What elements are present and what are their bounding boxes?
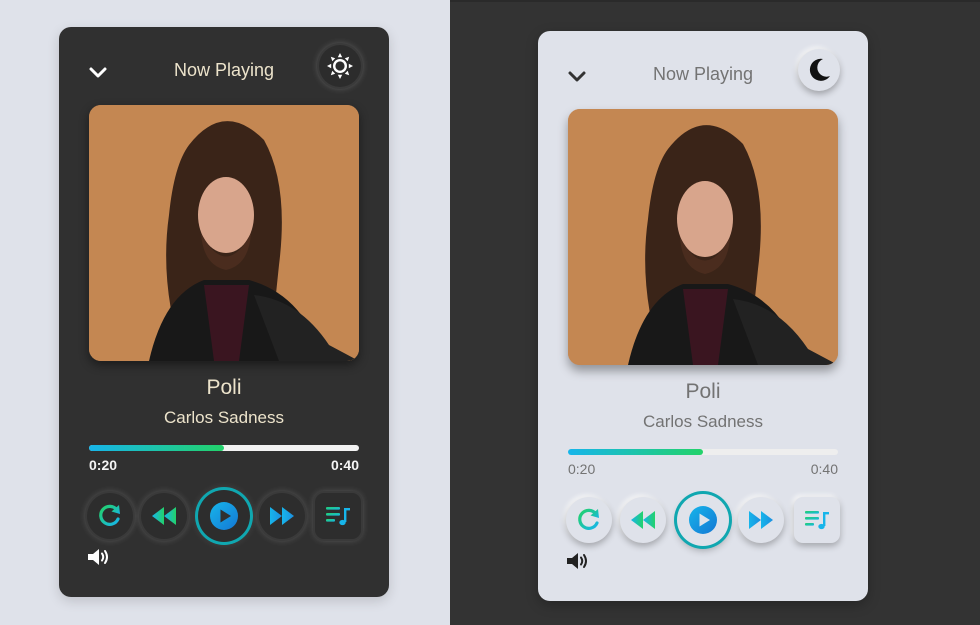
volume-icon[interactable] bbox=[87, 547, 111, 567]
song-title: Poli bbox=[685, 380, 721, 403]
album-art bbox=[568, 109, 838, 365]
rewind-button[interactable] bbox=[620, 497, 666, 543]
rewind-button[interactable] bbox=[141, 493, 187, 539]
current-time: 0:20 bbox=[89, 457, 118, 473]
repeat-icon bbox=[99, 504, 120, 526]
fast-forward-button[interactable] bbox=[259, 493, 305, 539]
fast-forward-button[interactable] bbox=[738, 497, 784, 543]
current-time: 0:20 bbox=[568, 461, 596, 477]
theme-toggle-button[interactable] bbox=[798, 49, 840, 91]
left-panel: Now Playing Poli Carlos Sadness 0:20 0:4… bbox=[0, 0, 450, 625]
volume-icon[interactable] bbox=[566, 551, 590, 571]
play-icon bbox=[689, 506, 717, 534]
playlist-button[interactable] bbox=[794, 497, 840, 543]
play-button[interactable] bbox=[677, 494, 729, 546]
total-time: 0:40 bbox=[330, 457, 359, 473]
fast-forward-icon bbox=[749, 511, 773, 529]
theme-toggle-button[interactable] bbox=[319, 45, 361, 87]
progress-fill bbox=[89, 445, 224, 451]
song-title: Poli bbox=[206, 376, 242, 399]
rewind-icon bbox=[631, 511, 655, 529]
repeat-button[interactable] bbox=[87, 493, 133, 539]
progress-bar[interactable] bbox=[89, 445, 359, 451]
repeat-icon bbox=[578, 508, 599, 530]
playlist-icon bbox=[805, 511, 829, 530]
progress-fill bbox=[568, 449, 703, 455]
playlist-icon bbox=[326, 507, 350, 526]
progress-bar[interactable] bbox=[568, 449, 838, 455]
artist-name: Carlos Sadness bbox=[642, 412, 763, 431]
play-icon bbox=[210, 502, 238, 530]
artist-name: Carlos Sadness bbox=[163, 408, 284, 427]
rewind-icon bbox=[152, 507, 176, 525]
right-panel: Now Playing Poli Carlos Sadness 0:20 0:4… bbox=[450, 0, 980, 625]
fast-forward-icon bbox=[270, 507, 294, 525]
sun-icon bbox=[327, 53, 353, 79]
playlist-button[interactable] bbox=[315, 493, 361, 539]
album-art bbox=[89, 105, 359, 361]
player-card-dark: Now Playing Poli Carlos Sadness 0:20 0:4… bbox=[59, 27, 389, 597]
moon-icon bbox=[809, 58, 830, 81]
repeat-button[interactable] bbox=[566, 497, 612, 543]
play-button[interactable] bbox=[198, 490, 250, 542]
total-time: 0:40 bbox=[810, 461, 838, 477]
player-card-light: Now Playing Poli Carlos Sadness 0:20 0:4… bbox=[538, 31, 868, 601]
